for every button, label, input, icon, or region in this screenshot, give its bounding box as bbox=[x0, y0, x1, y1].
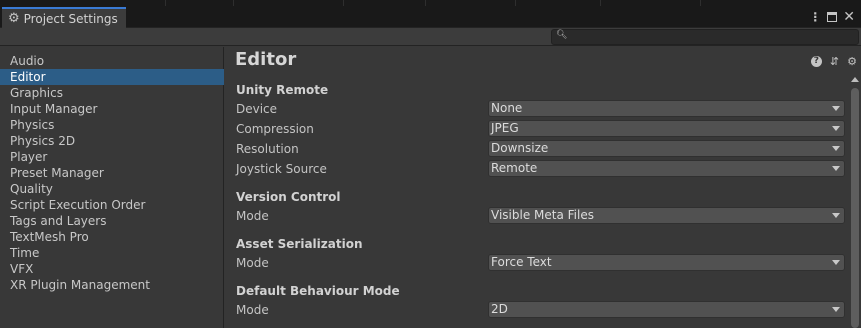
scroll-up-arrow-icon[interactable] bbox=[851, 77, 859, 82]
compression-label: Compression bbox=[236, 122, 314, 136]
sidebar-item-input-manager[interactable]: Input Manager bbox=[0, 101, 224, 117]
resolution-dropdown[interactable]: Downsize bbox=[488, 140, 845, 157]
close-icon[interactable]: ✕ bbox=[843, 10, 855, 24]
version-control-mode-value: Visible Meta Files bbox=[491, 208, 594, 222]
section-default-behaviour-mode: Default Behaviour Mode bbox=[236, 284, 400, 298]
section-unity-remote: Unity Remote bbox=[236, 83, 329, 97]
window-controls: ⋮ ✕ bbox=[809, 6, 855, 28]
tab-bar: ⚙ Project Settings bbox=[0, 6, 861, 28]
search-input[interactable]: 🔍︎ bbox=[551, 29, 859, 45]
sidebar-item-script-execution-order[interactable]: Script Execution Order bbox=[0, 197, 224, 213]
joystick-source-value: Remote bbox=[491, 161, 538, 175]
sidebar-item-audio[interactable]: Audio bbox=[0, 53, 224, 69]
sidebar-item-textmesh-pro[interactable]: TextMesh Pro bbox=[0, 229, 224, 245]
device-value: None bbox=[491, 101, 523, 115]
scroll-thumb[interactable] bbox=[851, 88, 859, 328]
sidebar-item-physics-2d[interactable]: Physics 2D bbox=[0, 133, 224, 149]
sidebar-item-graphics[interactable]: Graphics bbox=[0, 85, 224, 101]
sidebar-item-xr-plugin-management[interactable]: XR Plugin Management bbox=[0, 277, 224, 293]
sidebar-item-editor[interactable]: Editor bbox=[0, 69, 224, 85]
maximize-icon[interactable] bbox=[827, 12, 838, 22]
gear-icon: ⚙ bbox=[8, 11, 20, 26]
asset-serialization-mode-label: Mode bbox=[236, 256, 269, 270]
section-asset-serialization: Asset Serialization bbox=[236, 237, 363, 251]
resolution-value: Downsize bbox=[491, 141, 549, 155]
default-behaviour-mode-label: Mode bbox=[236, 303, 269, 317]
dropdown-arrow-icon bbox=[832, 260, 840, 265]
asset-serialization-mode-dropdown[interactable]: Force Text bbox=[488, 254, 845, 271]
section-version-control: Version Control bbox=[236, 190, 341, 204]
compression-value: JPEG bbox=[491, 121, 519, 135]
sidebar-item-preset-manager[interactable]: Preset Manager bbox=[0, 165, 224, 181]
help-icon[interactable]: ? bbox=[810, 56, 822, 67]
dropdown-arrow-icon bbox=[832, 213, 840, 218]
settings-sidebar: Audio Editor Graphics Input Manager Phys… bbox=[0, 47, 224, 328]
sidebar-item-player[interactable]: Player bbox=[0, 149, 224, 165]
header-icons: ? ⇵ ⚙ bbox=[810, 55, 857, 68]
tab-project-settings[interactable]: ⚙ Project Settings bbox=[2, 7, 126, 28]
dropdown-arrow-icon bbox=[832, 307, 840, 312]
joystick-source-dropdown[interactable]: Remote bbox=[488, 160, 845, 177]
tab-title: Project Settings bbox=[23, 11, 118, 26]
device-dropdown[interactable]: None bbox=[488, 100, 845, 117]
more-options-icon[interactable]: ⋮ bbox=[809, 11, 821, 23]
vertical-scrollbar[interactable] bbox=[850, 75, 860, 328]
search-icon: 🔍︎ bbox=[556, 30, 568, 40]
version-control-mode-label: Mode bbox=[236, 209, 269, 223]
version-control-mode-dropdown[interactable]: Visible Meta Files bbox=[488, 207, 845, 224]
sidebar-item-vfx[interactable]: VFX bbox=[0, 261, 224, 277]
page-title: Editor bbox=[235, 49, 297, 70]
asset-serialization-mode-value: Force Text bbox=[491, 255, 552, 269]
joystick-source-label: Joystick Source bbox=[236, 162, 327, 176]
settings-content: Editor ? ⇵ ⚙ Unity Remote Device None Co… bbox=[225, 47, 861, 328]
preset-sliders-icon[interactable]: ⇵ bbox=[830, 55, 839, 68]
sidebar-item-time[interactable]: Time bbox=[0, 245, 224, 261]
sidebar-item-physics[interactable]: Physics bbox=[0, 117, 224, 133]
dropdown-arrow-icon bbox=[832, 166, 840, 171]
sidebar-item-tags-and-layers[interactable]: Tags and Layers bbox=[0, 213, 224, 229]
sidebar-item-quality[interactable]: Quality bbox=[0, 181, 224, 197]
device-label: Device bbox=[236, 102, 278, 116]
dropdown-arrow-icon bbox=[832, 146, 840, 151]
search-row: 🔍︎ bbox=[0, 28, 861, 46]
settings-gear-icon[interactable]: ⚙ bbox=[847, 55, 857, 68]
resolution-label: Resolution bbox=[236, 142, 299, 156]
compression-dropdown[interactable]: JPEG bbox=[488, 120, 845, 137]
default-behaviour-mode-value: 2D bbox=[491, 302, 508, 316]
dropdown-arrow-icon bbox=[832, 106, 840, 111]
default-behaviour-mode-dropdown[interactable]: 2D bbox=[488, 301, 845, 318]
dropdown-arrow-icon bbox=[832, 126, 840, 131]
